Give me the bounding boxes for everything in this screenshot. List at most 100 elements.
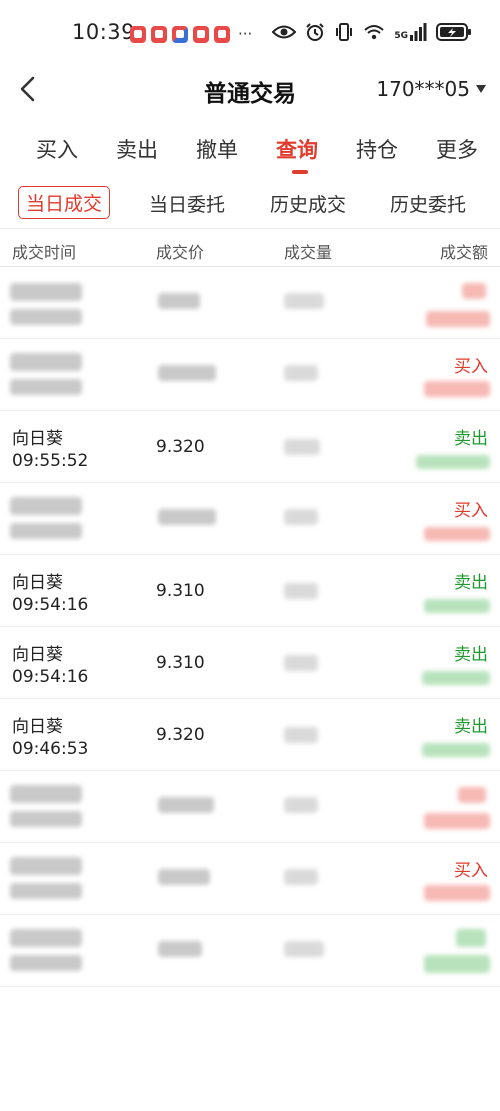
trade-list: 买入 向日葵 09:55:52 9.320 卖出 买入 向日葵 09:54:16… — [0, 267, 500, 987]
table-row[interactable]: 向日葵 09:54:16 9.310 卖出 — [0, 555, 500, 627]
redacted-time — [10, 811, 82, 827]
redacted-volume — [284, 727, 318, 743]
redacted-time — [10, 309, 82, 325]
redacted-amount — [424, 955, 490, 973]
redacted-volume — [284, 293, 324, 309]
subtab-history-orders[interactable]: 历史委托 — [390, 190, 466, 217]
redacted-price — [158, 509, 216, 525]
redacted-amount — [422, 743, 490, 757]
alarm-icon — [306, 23, 325, 41]
main-tabs: 买入 卖出 撤单 查询 持仓 更多 — [0, 128, 500, 176]
redacted-time — [10, 883, 82, 899]
eye-icon — [272, 25, 297, 39]
col-trade-amount: 成交额 — [439, 243, 488, 262]
col-trade-volume: 成交量 — [284, 243, 333, 262]
account-number: 170***05 — [376, 77, 470, 101]
caret-down-icon — [476, 85, 486, 93]
tab-cancel-order[interactable]: 撤单 — [196, 134, 238, 164]
redacted-time — [10, 379, 82, 395]
redacted-name — [10, 785, 82, 803]
redacted-price — [158, 797, 214, 813]
col-trade-time: 成交时间 — [12, 243, 77, 262]
direction-label: 买入 — [454, 861, 488, 881]
redacted-amount — [426, 311, 490, 327]
redacted-name — [10, 857, 82, 875]
table-row[interactable]: 向日葵 09:46:53 9.320 卖出 — [0, 699, 500, 771]
redacted-volume — [284, 439, 320, 455]
direction-label: 卖出 — [454, 645, 488, 665]
subtab-history-trades[interactable]: 历史成交 — [270, 190, 346, 217]
trade-price: 9.310 — [156, 653, 205, 673]
tab-more[interactable]: 更多 — [436, 134, 478, 164]
tab-positions[interactable]: 持仓 — [356, 134, 398, 164]
direction-label: 买入 — [454, 501, 488, 521]
battery-charging-icon — [436, 23, 471, 41]
redacted-price — [158, 293, 200, 309]
redacted-amount — [422, 671, 490, 685]
status-bar: 10:39 ··· 5G — [0, 0, 500, 62]
tab-buy[interactable]: 买入 — [36, 134, 78, 164]
redacted-volume — [284, 655, 318, 671]
redacted-name — [10, 353, 82, 371]
redacted-amount — [424, 813, 490, 829]
tab-query[interactable]: 查询 — [276, 134, 318, 164]
redacted-amount — [424, 599, 490, 613]
redacted-direction — [462, 283, 486, 299]
table-row[interactable]: 买入 — [0, 339, 500, 411]
trade-price: 9.320 — [156, 437, 205, 457]
table-row[interactable]: 买入 — [0, 483, 500, 555]
redacted-direction — [458, 787, 486, 803]
account-selector[interactable]: 170***05 — [376, 77, 486, 101]
redacted-direction — [456, 929, 486, 947]
direction-label: 卖出 — [454, 429, 488, 449]
signal-icon: 5G — [394, 23, 427, 41]
table-row[interactable] — [0, 915, 500, 987]
table-row[interactable] — [0, 267, 500, 339]
trade-time: 09:54:16 — [12, 667, 89, 687]
redacted-time — [10, 523, 82, 539]
table-row[interactable]: 向日葵 09:55:52 9.320 卖出 — [0, 411, 500, 483]
col-trade-price: 成交价 — [156, 243, 205, 262]
table-row[interactable]: 向日葵 09:54:16 9.310 卖出 — [0, 627, 500, 699]
redacted-amount — [424, 885, 490, 901]
trade-time: 09:54:16 — [12, 595, 89, 615]
trade-time: 09:46:53 — [12, 739, 89, 759]
stock-name: 向日葵 — [12, 645, 63, 665]
header: 普通交易 170***05 — [0, 62, 500, 118]
redacted-amount — [416, 455, 490, 469]
system-icons: 5G — [272, 22, 472, 42]
subtab-today-orders[interactable]: 当日委托 — [149, 190, 225, 217]
wifi-icon — [364, 25, 385, 40]
tab-sell[interactable]: 卖出 — [116, 134, 158, 164]
sub-tabs: 当日成交 当日委托 历史成交 历史委托 — [0, 184, 500, 228]
app-notification-icon — [172, 25, 188, 43]
more-notifications-icon: ··· — [238, 25, 253, 43]
table-header: 成交时间 成交价 成交量 成交额 — [0, 229, 500, 267]
app-notification-icon — [130, 25, 146, 43]
vibrate-icon — [336, 23, 353, 41]
stock-name: 向日葵 — [12, 717, 63, 737]
redacted-time — [10, 955, 82, 971]
app-notification-icon — [193, 25, 209, 43]
redacted-price — [158, 365, 216, 381]
redacted-name — [10, 929, 82, 947]
network-type-label: 5G — [394, 31, 408, 41]
direction-label: 买入 — [454, 357, 488, 377]
subtab-today-trades[interactable]: 当日成交 — [18, 186, 111, 219]
active-tab-indicator — [292, 170, 308, 174]
redacted-price — [158, 869, 210, 885]
table-row[interactable]: 买入 — [0, 843, 500, 915]
trade-price: 9.310 — [156, 581, 205, 601]
app-notification-icon — [214, 25, 230, 43]
direction-label: 卖出 — [454, 717, 488, 737]
redacted-volume — [284, 797, 318, 813]
status-time: 10:39 — [72, 20, 136, 44]
redacted-volume — [284, 509, 318, 525]
redacted-amount — [424, 527, 490, 541]
redacted-name — [10, 283, 82, 301]
table-row[interactable] — [0, 771, 500, 843]
stock-name: 向日葵 — [12, 573, 63, 593]
redacted-volume — [284, 365, 318, 381]
redacted-name — [10, 497, 82, 515]
trade-time: 09:55:52 — [12, 451, 89, 471]
